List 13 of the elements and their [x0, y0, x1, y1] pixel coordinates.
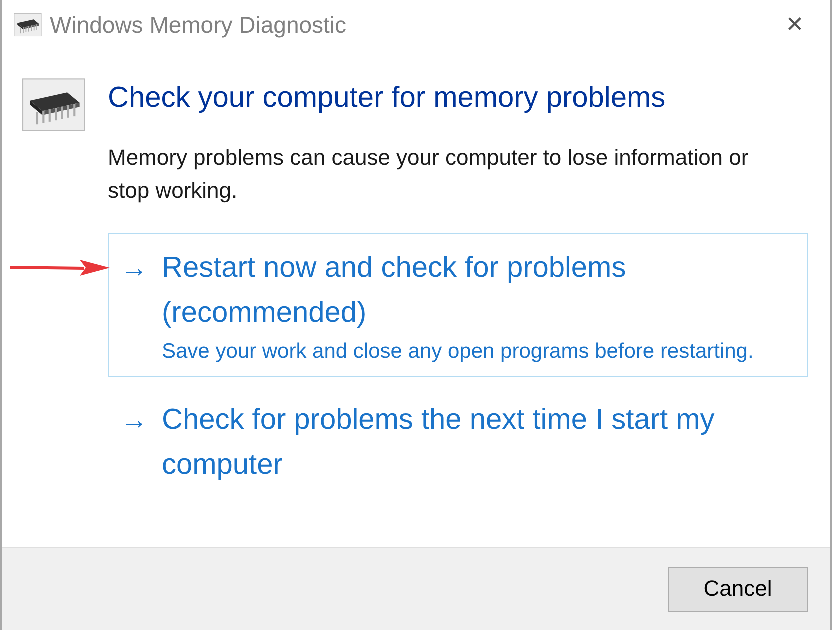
cancel-button[interactable]: Cancel: [668, 566, 808, 612]
arrow-icon: →: [121, 246, 148, 368]
option-title: Restart now and check for problems (recommended): [162, 251, 628, 331]
memory-chip-icon: [22, 78, 86, 132]
option-title: Check for problems the next time I start my computer: [162, 403, 716, 483]
command-link[interactable]: → Restart now and check for problems (recommended) Save your work and close any open programs before restarting.: [108, 233, 808, 377]
description-text: Memory problems can cause your computer to lose information or stop working.: [108, 144, 750, 205]
option-subtitle: Save your work and close any open programs before restarting.: [162, 339, 755, 365]
window-title: Windows Memory Diagnostic: [50, 12, 348, 38]
close-button[interactable]: ✕: [770, 0, 820, 50]
dialog-heading: Check your computer for memory problems: [108, 82, 667, 115]
memory-chip-icon: [14, 13, 42, 37]
arrow-icon: →: [121, 398, 148, 488]
